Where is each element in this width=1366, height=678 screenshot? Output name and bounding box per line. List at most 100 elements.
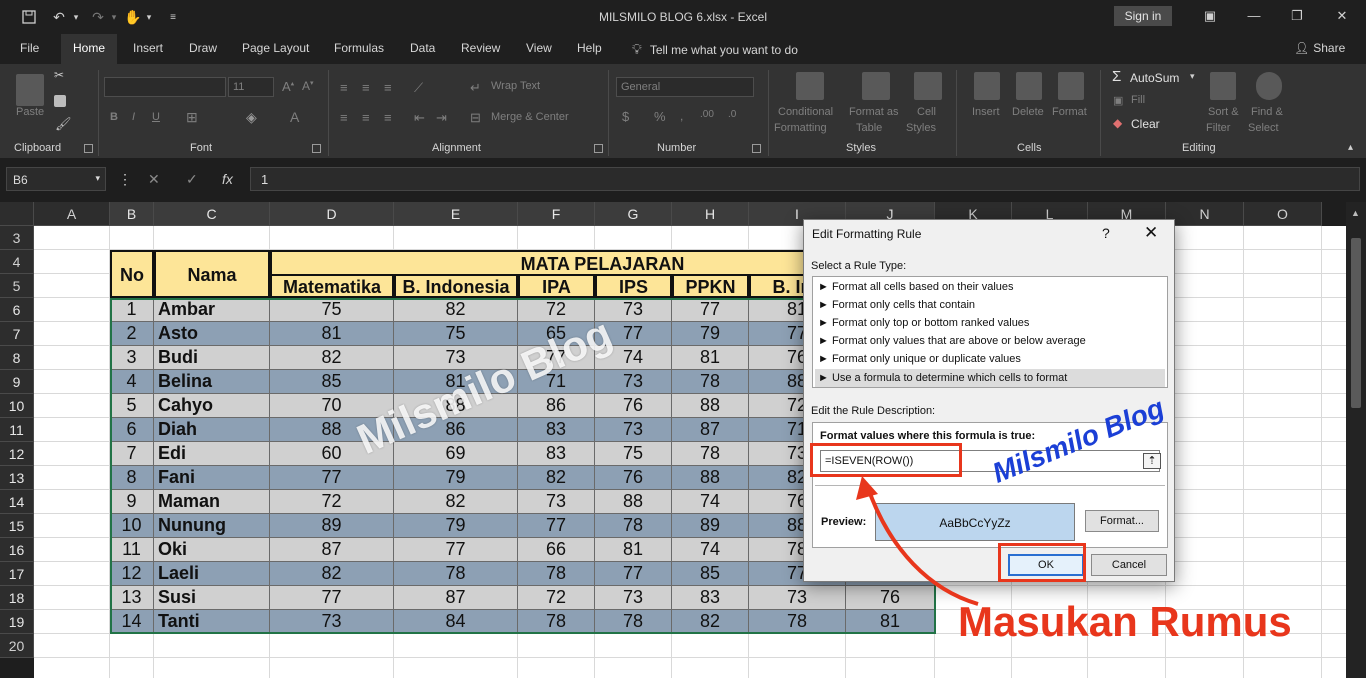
column-header[interactable]: D	[270, 202, 394, 226]
italic-icon[interactable]: I	[132, 111, 135, 123]
tab-page-layout[interactable]: Page Layout	[242, 41, 309, 55]
format-as-table-label-1[interactable]: Format as	[849, 106, 899, 118]
alignment-launcher-icon[interactable]	[594, 144, 603, 153]
comma-style-icon[interactable]: ,	[680, 109, 683, 123]
row-header[interactable]: 10	[0, 394, 34, 418]
row-header[interactable]: 12	[0, 442, 34, 466]
column-header[interactable]: F	[518, 202, 595, 226]
tab-file[interactable]: File	[20, 41, 39, 55]
tell-me-search[interactable]: 💡︎ Tell me what you want to do	[632, 41, 798, 58]
tab-formulas[interactable]: Formulas	[334, 41, 384, 55]
format-cells-label[interactable]: Format	[1052, 106, 1087, 118]
column-header[interactable]: N	[1166, 202, 1244, 226]
dialog-close-icon[interactable]: ✕	[1144, 223, 1158, 243]
format-as-table-icon[interactable]	[862, 72, 890, 100]
autosum-icon[interactable]: Σ	[1112, 68, 1121, 85]
decrease-font-icon[interactable]: A▾	[302, 79, 314, 93]
find-select-icon[interactable]	[1256, 72, 1282, 100]
header-subject[interactable]: IPA	[518, 274, 595, 298]
delete-cells-label[interactable]: Delete	[1012, 106, 1044, 118]
cell-styles-icon[interactable]	[914, 72, 942, 100]
column-header[interactable]: C	[154, 202, 270, 226]
copy-icon[interactable]	[54, 95, 66, 107]
tab-help[interactable]: Help	[577, 41, 602, 55]
increase-indent-icon[interactable]: ⇥	[436, 110, 447, 126]
row-header[interactable]: 15	[0, 514, 34, 538]
column-header[interactable]: E	[394, 202, 518, 226]
tab-review[interactable]: Review	[461, 41, 500, 55]
row-header[interactable]: 18	[0, 586, 34, 610]
row-header[interactable]: 14	[0, 490, 34, 514]
header-subject[interactable]: Matematika	[270, 274, 394, 298]
row-header[interactable]: 4	[0, 250, 34, 274]
tab-home[interactable]: Home	[61, 34, 118, 64]
cut-icon[interactable]: ✂	[54, 68, 64, 82]
find-select-label-1[interactable]: Find &	[1251, 106, 1283, 118]
tab-draw[interactable]: Draw	[189, 41, 217, 55]
cell-styles-label-1[interactable]: Cell	[917, 106, 936, 118]
accounting-format-icon[interactable]: $	[622, 109, 629, 124]
bold-icon[interactable]: B	[110, 111, 118, 123]
header-subject[interactable]: PPKN	[672, 274, 749, 298]
row-header[interactable]: 5	[0, 274, 34, 298]
help-icon[interactable]: ?	[1102, 225, 1110, 241]
conditional-formatting-label-2[interactable]: Formatting	[774, 122, 827, 134]
autosum-button[interactable]: AutoSum	[1130, 71, 1179, 85]
column-header[interactable]: H	[672, 202, 749, 226]
merge-icon[interactable]: ⊟	[470, 110, 481, 126]
conditional-formatting-icon[interactable]	[796, 72, 824, 100]
cell-styles-label-2[interactable]: Styles	[906, 122, 936, 134]
decrease-decimal-icon[interactable]: .0	[728, 109, 736, 120]
row-header[interactable]: 7	[0, 322, 34, 346]
row-header[interactable]: 17	[0, 562, 34, 586]
collapse-ribbon-icon[interactable]: ▴	[1348, 142, 1353, 153]
row-header[interactable]: 3	[0, 226, 34, 250]
insert-function-icon[interactable]: fx	[222, 171, 233, 187]
number-format-box[interactable]: General	[616, 77, 754, 97]
wrap-text-button[interactable]: Wrap Text	[491, 80, 540, 92]
paste-icon[interactable]	[16, 74, 44, 106]
minimize-icon[interactable]: —	[1240, 6, 1268, 26]
orientation-icon[interactable]: ⟋	[414, 80, 423, 96]
row-header[interactable]: 6	[0, 298, 34, 322]
name-box-dropdown-icon[interactable]: ▾	[95, 173, 100, 184]
find-select-label-2[interactable]: Select	[1248, 122, 1279, 134]
clipboard-launcher-icon[interactable]	[84, 144, 93, 153]
format-painter-icon[interactable]: 🖌︎	[55, 116, 72, 132]
select-all-corner[interactable]	[0, 202, 34, 226]
row-header[interactable]: 16	[0, 538, 34, 562]
rule-type-item[interactable]: ► Format only values that are above or b…	[818, 335, 1086, 347]
rule-type-item-selected[interactable]: ► Use a formula to determine which cells…	[815, 369, 1165, 387]
row-header[interactable]: 11	[0, 418, 34, 442]
clear-icon[interactable]: ◆	[1113, 116, 1122, 130]
confirm-entry-icon[interactable]: ✓	[186, 171, 198, 188]
tab-view[interactable]: View	[526, 41, 552, 55]
formula-input[interactable]: 1	[250, 167, 1360, 191]
borders-icon[interactable]: ⊞	[186, 109, 198, 126]
column-header[interactable]: G	[595, 202, 672, 226]
column-header[interactable]: O	[1244, 202, 1322, 226]
align-bottom-icon[interactable]: ≡	[384, 80, 392, 95]
rule-type-item[interactable]: ► Format all cells based on their values	[818, 281, 1014, 293]
vertical-scroll-thumb[interactable]	[1351, 238, 1361, 408]
collapse-dialog-icon[interactable]: ⇡	[1143, 453, 1161, 469]
share-button[interactable]: 👤︎ Share	[1294, 41, 1345, 55]
fill-color-icon[interactable]: ◈	[246, 109, 257, 126]
rule-type-item[interactable]: ► Format only top or bottom ranked value…	[818, 317, 1029, 329]
merge-center-button[interactable]: Merge & Center	[491, 111, 569, 123]
align-right-icon[interactable]: ≡	[384, 110, 392, 125]
align-top-icon[interactable]: ≡	[340, 80, 348, 95]
row-header[interactable]: 9	[0, 370, 34, 394]
row-header[interactable]: 19	[0, 610, 34, 634]
delete-cells-icon[interactable]	[1016, 72, 1042, 100]
column-header[interactable]: A	[34, 202, 110, 226]
row-header[interactable]: 8	[0, 346, 34, 370]
formula-bar-options-icon[interactable]: ⋮	[118, 171, 132, 188]
format-button[interactable]: Format...	[1085, 510, 1159, 532]
conditional-formatting-label-1[interactable]: Conditional	[778, 106, 833, 118]
row-header[interactable]: 13	[0, 466, 34, 490]
wrap-text-icon[interactable]: ↵	[470, 80, 481, 96]
format-as-table-label-2[interactable]: Table	[856, 122, 882, 134]
sign-in-button[interactable]: Sign in	[1114, 6, 1172, 26]
cancel-entry-icon[interactable]: ✕	[148, 171, 160, 188]
